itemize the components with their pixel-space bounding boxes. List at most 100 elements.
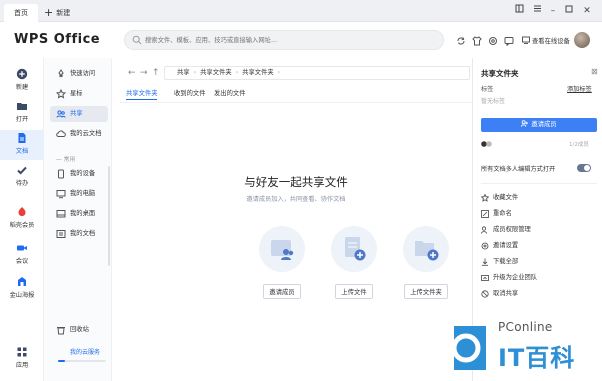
sidebar-section-text: 常用	[63, 157, 76, 163]
tab-home[interactable]: 首页	[4, 4, 38, 22]
breadcrumb-separator: ›	[235, 69, 239, 76]
rail-label: 打开	[15, 116, 29, 123]
rail-label: 待办	[15, 180, 29, 187]
sidebar-item-my-computer[interactable]: 我的电脑	[50, 186, 108, 202]
title-bar: 首页 + 新建 – ✕	[0, 0, 602, 22]
online-devices-link[interactable]: 查看在线设备	[522, 36, 570, 45]
tab-sent-files[interactable]: 发出的文件	[214, 88, 245, 97]
star-outline-icon	[481, 194, 489, 202]
sidebar-item-label: 快速访问	[70, 70, 96, 77]
tabs-divider	[120, 102, 472, 103]
upload-folder-action: 上传文件夹	[396, 226, 456, 299]
minimize-icon[interactable]: –	[546, 3, 560, 19]
forward-arrow-icon[interactable]: →	[140, 68, 148, 78]
invite-member-button[interactable]: 邀请成员	[481, 118, 597, 132]
upload-folder-button[interactable]: 上传文件夹	[404, 284, 448, 299]
avatar[interactable]	[574, 32, 590, 48]
daoke-icon	[18, 207, 26, 217]
share-icon	[56, 110, 66, 118]
sidebar-scrollbar[interactable]	[108, 166, 110, 266]
watermark-top-text: PConline	[498, 320, 553, 334]
invite-settings-icon	[481, 242, 489, 250]
cloud-space-link[interactable]: 我的云服务	[70, 347, 100, 356]
member-avatars	[481, 141, 492, 147]
close-icon[interactable]: ✕	[580, 3, 594, 19]
invite-member-label: 邀请成员	[531, 121, 557, 128]
sidebar-item-cloud-docs[interactable]: 我的云文档	[50, 126, 108, 142]
tag-label: 标签	[481, 86, 494, 93]
online-devices-label: 查看在线设备	[532, 38, 570, 45]
new-tab-button[interactable]: + 新建	[44, 4, 70, 22]
upload-file-icon	[331, 226, 377, 272]
sidebar-item-quick-access[interactable]: 快速访问	[50, 66, 108, 82]
breadcrumb-item[interactable]: 共享	[177, 69, 190, 76]
search-input[interactable]	[145, 31, 435, 49]
add-user-icon	[521, 120, 529, 127]
sidebar-item-my-documents[interactable]: 我的文档	[50, 226, 108, 242]
rail-item-todo[interactable]: 待办	[0, 162, 44, 192]
rail-item-apps[interactable]: 应用	[0, 344, 44, 374]
rail-item-new[interactable]: 新建	[0, 66, 44, 96]
rail-item-daoke[interactable]: 稻壳会员	[0, 204, 44, 234]
action-member-permission[interactable]: 成员权限管理	[481, 224, 531, 236]
back-arrow-icon[interactable]: ←	[128, 68, 136, 78]
sidebar-item-label: 回收站	[70, 326, 89, 333]
tab-received-files[interactable]: 收到的文件	[174, 88, 205, 97]
action-upgrade-team[interactable]: 升级为企业团队	[481, 272, 537, 284]
settings-icon[interactable]	[488, 36, 498, 46]
poster-icon	[18, 277, 26, 286]
rail-label: 金山海报	[9, 292, 35, 299]
watermark-bottom-text: IT百科	[498, 344, 576, 372]
restore-icon[interactable]	[512, 3, 526, 19]
add-tag-link[interactable]: 添加标签	[567, 84, 592, 93]
trash-icon	[57, 327, 65, 335]
breadcrumb-item[interactable]: 共享文件夹	[200, 69, 231, 76]
message-icon[interactable]	[504, 36, 514, 46]
upload-file-button[interactable]: 上传文件	[335, 284, 373, 299]
action-rename[interactable]: 重命名	[481, 208, 512, 220]
rail-label: 稻壳会员	[9, 222, 35, 229]
sidebar-item-label: 我的桌面	[70, 210, 96, 217]
breadcrumb: 共享 › 共享文件夹 › 共享文件夹 ›	[164, 66, 470, 80]
sidebar-item-starred[interactable]: 星标	[50, 86, 108, 102]
up-arrow-icon[interactable]: ↑	[152, 68, 160, 78]
invite-members-button[interactable]: 邀请成员	[263, 284, 301, 299]
cloud-usage-bar	[58, 360, 106, 362]
upload-folder-icon	[403, 226, 449, 272]
action-download-all[interactable]: 下载全部	[481, 256, 518, 268]
sync-icon[interactable]	[456, 36, 466, 46]
tab-shared-folders[interactable]: 共享文件夹	[126, 88, 158, 100]
sidebar-section-label: — 常用	[56, 157, 76, 163]
header: WPS Office 查看在线设备	[0, 22, 602, 58]
sidebar-item-my-desktop[interactable]: 我的桌面	[50, 206, 108, 222]
sidebar-item-my-device[interactable]: 我的设备	[50, 166, 108, 182]
rail-item-open[interactable]: 打开	[0, 98, 44, 128]
action-label: 收藏文件	[493, 194, 519, 201]
skin-icon[interactable]	[472, 36, 482, 46]
action-label: 成员权限管理	[493, 226, 531, 233]
breadcrumb-item[interactable]: 共享文件夹	[242, 69, 273, 76]
action-cancel-share[interactable]: 取消共享	[481, 288, 518, 300]
rail-item-meeting[interactable]: 会议	[0, 240, 44, 270]
sidebar-item-label: 共享	[70, 110, 83, 117]
sidebar-item-shared[interactable]: 共享	[50, 106, 108, 122]
search-box[interactable]	[124, 30, 444, 50]
no-tag-text: 暂无标签	[481, 98, 506, 105]
action-favorite[interactable]: 收藏文件	[481, 192, 518, 204]
upgrade-icon	[481, 275, 489, 281]
maximize-icon[interactable]	[562, 3, 576, 19]
action-invite-settings[interactable]: 邀请设置	[481, 240, 518, 252]
sidebar-item-recycle-bin[interactable]: 回收站	[50, 322, 108, 338]
rail-item-documents[interactable]: 文档	[0, 130, 44, 160]
menu-icon[interactable]	[530, 3, 544, 19]
apps-grid-icon	[17, 347, 27, 357]
action-label: 升级为企业团队	[493, 274, 538, 281]
rail-item-poster[interactable]: 金山海报	[0, 274, 44, 304]
pconline-watermark: PConline IT百科	[440, 318, 600, 378]
sidebar-item-label: 我的云文档	[70, 130, 102, 137]
main-content: ← → ↑ 共享 › 共享文件夹 › 共享文件夹 › 共享文件夹 收到的文件 发出的文件 …	[120, 58, 472, 381]
video-icon	[17, 245, 27, 251]
panel-close-icon[interactable]: ⊠	[591, 67, 598, 76]
pconline-logo-icon	[446, 326, 486, 370]
multi-edit-toggle[interactable]	[577, 164, 591, 172]
